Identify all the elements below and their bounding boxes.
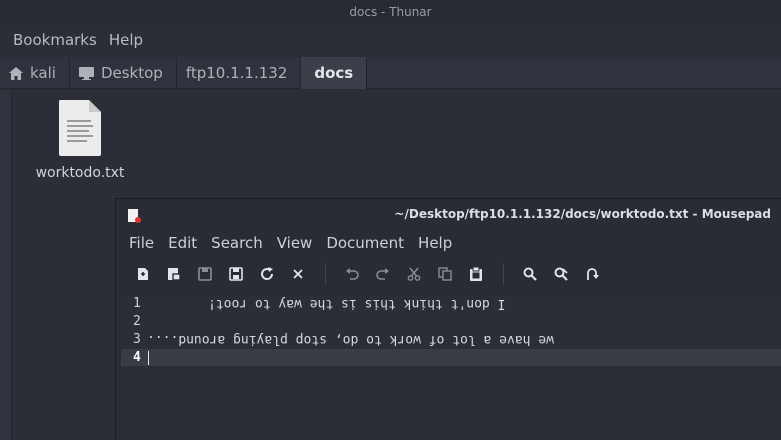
menu-view[interactable]: View bbox=[270, 229, 320, 257]
cut-icon[interactable] bbox=[402, 262, 426, 286]
code-line: I don't think this is the way to root! bbox=[208, 296, 506, 311]
line-number: 1 bbox=[133, 296, 141, 311]
line-number: 3 bbox=[133, 332, 141, 347]
file-name: worktodo.txt bbox=[35, 165, 125, 181]
toolbar bbox=[116, 257, 781, 291]
file-item[interactable]: worktodo.txt bbox=[30, 100, 130, 181]
toolbar-separator bbox=[325, 263, 326, 285]
menu-document[interactable]: Document bbox=[319, 229, 411, 257]
new-window-icon[interactable] bbox=[162, 262, 186, 286]
redo-icon[interactable] bbox=[371, 262, 395, 286]
text-cursor bbox=[148, 351, 149, 365]
path-bar: kali Desktop ftp10.1.1.132 docs bbox=[0, 57, 781, 89]
go-to-line-icon[interactable] bbox=[580, 262, 604, 286]
breadcrumb-docs[interactable]: docs bbox=[301, 57, 368, 89]
copy-icon[interactable] bbox=[433, 262, 457, 286]
menu-edit[interactable]: Edit bbox=[161, 229, 204, 257]
new-document-icon[interactable] bbox=[131, 262, 155, 286]
thunar-menubar: Bookmarks Help bbox=[0, 26, 151, 54]
mousepad-window: ~/Desktop/ftp10.1.1.132/docs/worktodo.tx… bbox=[115, 198, 781, 440]
mousepad-menubar: File Edit Search View Document Help bbox=[116, 229, 781, 257]
code-line: we have a lot of work to do, stop playin… bbox=[147, 332, 554, 347]
find-icon[interactable] bbox=[518, 262, 542, 286]
text-file-icon bbox=[57, 100, 103, 156]
menu-help[interactable]: Help bbox=[105, 26, 151, 54]
breadcrumb-label: ftp10.1.1.132 bbox=[185, 64, 288, 82]
breadcrumb-desktop[interactable]: Desktop bbox=[70, 57, 177, 89]
toolbar-separator bbox=[503, 263, 504, 285]
menu-file[interactable]: File bbox=[122, 229, 161, 257]
home-icon bbox=[9, 66, 23, 80]
save-as-icon[interactable] bbox=[224, 262, 248, 286]
breadcrumb-ftp[interactable]: ftp10.1.1.132 bbox=[177, 57, 302, 89]
breadcrumb-label: docs bbox=[314, 64, 354, 82]
reload-icon[interactable] bbox=[255, 262, 279, 286]
breadcrumb-kali[interactable]: kali bbox=[0, 57, 70, 89]
window-title: docs - Thunar bbox=[0, 0, 781, 24]
line-number: 4 bbox=[133, 350, 141, 365]
menu-bookmarks[interactable]: Bookmarks bbox=[0, 26, 105, 54]
paste-icon[interactable] bbox=[464, 262, 488, 286]
current-line-highlight bbox=[121, 349, 781, 366]
side-pane bbox=[0, 90, 12, 440]
line-number: 2 bbox=[133, 314, 141, 329]
undo-icon[interactable] bbox=[340, 262, 364, 286]
breadcrumb-label: kali bbox=[30, 64, 56, 82]
breadcrumb-label: Desktop bbox=[100, 64, 163, 82]
mousepad-app-icon bbox=[127, 208, 141, 227]
window-title: ~/Desktop/ftp10.1.1.132/docs/worktodo.tx… bbox=[394, 207, 771, 221]
find-replace-icon[interactable] bbox=[549, 262, 573, 286]
mousepad-titlebar: ~/Desktop/ftp10.1.1.132/docs/worktodo.tx… bbox=[116, 199, 781, 229]
text-editor[interactable]: 1 2 3 4 I don't think this is the way to… bbox=[121, 296, 781, 440]
close-icon[interactable] bbox=[286, 262, 310, 286]
save-icon[interactable] bbox=[193, 262, 217, 286]
menu-search[interactable]: Search bbox=[204, 229, 270, 257]
desktop-icon bbox=[78, 66, 94, 80]
menu-help[interactable]: Help bbox=[411, 229, 459, 257]
